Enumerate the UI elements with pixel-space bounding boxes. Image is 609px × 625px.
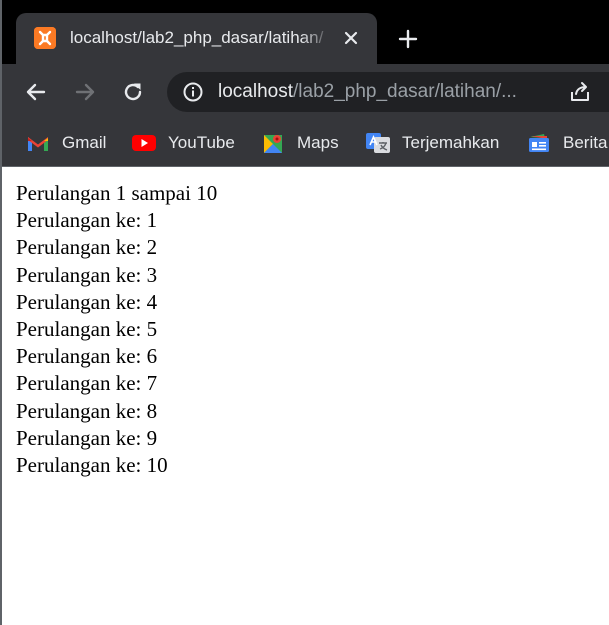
loop-line: Perulangan ke: 5 [16,317,158,342]
youtube-icon [132,133,156,153]
back-arrow-icon[interactable] [24,80,48,104]
loop-line: Perulangan ke: 6 [16,344,158,369]
plus-icon[interactable] [397,28,419,50]
bookmark-label: YouTube [168,133,235,152]
share-icon[interactable] [568,81,592,103]
bookmark-translate[interactable]: Terjemahkan [366,128,511,158]
loop-line: Perulangan ke: 3 [16,262,158,287]
tab-strip: localhost/lab2_php_dasar/latihan/ [2,0,609,64]
url-host: localhost [218,81,293,102]
loop-line: Perulangan ke: 10 [16,453,168,478]
translate-icon [366,133,390,153]
loop-line: Perulangan ke: 4 [16,289,158,314]
loop-line: Perulangan ke: 9 [16,425,158,450]
browser-toolbar: localhost/lab2_php_dasar/latihan/... [2,64,609,120]
url-path: /lab2_php_dasar/latihan/... [293,81,517,102]
close-icon[interactable] [341,28,361,48]
bookmark-maps[interactable]: Maps [261,128,351,158]
reload-icon[interactable] [121,80,145,104]
gmail-icon [26,133,50,153]
forward-arrow-icon[interactable] [73,80,97,104]
info-icon[interactable] [182,81,204,103]
loop-line: Perulangan ke: 8 [16,398,158,423]
page-content: Perulangan 1 sampai 10 Perulangan ke: 1 … [16,180,606,479]
xampp-icon [34,27,56,49]
bookmark-label: Berita [563,133,608,152]
news-icon [527,133,551,153]
bookmark-label: Gmail [62,133,107,152]
maps-icon [261,133,285,153]
bookmarks-bar: Gmail YouTube Maps Terjemahkan Berita [2,120,609,167]
bookmark-label: Maps [297,133,339,152]
url-text[interactable]: localhost/lab2_php_dasar/latihan/... [218,80,553,104]
browser-window: localhost/lab2_php_dasar/latihan/ localh… [0,0,609,625]
active-tab[interactable]: localhost/lab2_php_dasar/latihan/ [16,13,377,64]
bookmark-label: Terjemahkan [402,133,500,152]
tab-title: localhost/lab2_php_dasar/latihan/ [70,28,324,47]
bookmark-youtube[interactable]: YouTube [132,128,247,158]
page-heading: Perulangan 1 sampai 10 [16,181,218,205]
address-bar[interactable]: localhost/lab2_php_dasar/latihan/... [167,72,609,112]
loop-line: Perulangan ke: 7 [16,371,158,396]
loop-line: Perulangan ke: 2 [16,235,158,260]
bookmark-gmail[interactable]: Gmail [26,128,116,158]
bookmark-berita[interactable]: Berita [527,128,609,158]
loop-line: Perulangan ke: 1 [16,208,158,233]
